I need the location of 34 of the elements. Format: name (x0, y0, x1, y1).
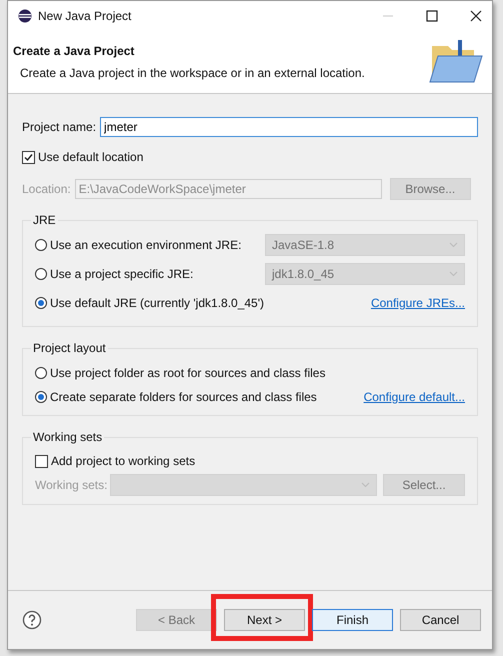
window-title: New Java Project (38, 9, 132, 23)
configure-link[interactable]: Configure default... (364, 390, 465, 404)
radio-label: Use default JRE (currently 'jdk1.8.0_45') (50, 296, 264, 310)
group-title: Project layout (32, 341, 107, 355)
working-sets-label: Working sets: (35, 478, 108, 492)
radio-label: Use project folder as root for sources and class files (50, 366, 326, 380)
project-name-field[interactable]: jmeter (100, 117, 478, 137)
checkbox-label: Add project to working sets (51, 454, 196, 468)
radio-label: Create separate folders for sources and class files (50, 390, 317, 404)
maximize-icon[interactable] (426, 10, 438, 22)
radio-button[interactable] (35, 391, 47, 403)
radio-label: Use a project specific JRE: (50, 267, 194, 281)
page-description: Create a Java project in the workspace or in an external location. (19, 66, 366, 80)
project-name-label: Project name: (22, 120, 96, 134)
checkbox[interactable] (22, 150, 35, 164)
location-label: Location: (22, 182, 71, 196)
chevron-icon (449, 242, 458, 248)
folder-icon (428, 40, 484, 84)
group-title: JRE (32, 213, 57, 227)
checkbox-label: Use default location (38, 150, 144, 164)
help-icon[interactable] (22, 610, 42, 630)
group-title: Working sets (32, 430, 104, 444)
dialog-button[interactable]: Cancel (400, 609, 481, 631)
page-title: Create a Java Project (13, 44, 136, 58)
radio-label: Use an execution environment JRE: (50, 238, 242, 252)
app-icon (18, 9, 32, 23)
configure-link[interactable]: Configure JREs... (370, 296, 465, 310)
radio-button[interactable] (35, 297, 47, 309)
dialog-button[interactable]: Next > (224, 609, 305, 631)
dialog-button[interactable]: Finish (312, 609, 393, 631)
chevron-icon (449, 271, 458, 277)
chevron-icon (361, 482, 370, 488)
radio-button[interactable] (35, 367, 47, 379)
close-icon[interactable] (470, 10, 482, 22)
